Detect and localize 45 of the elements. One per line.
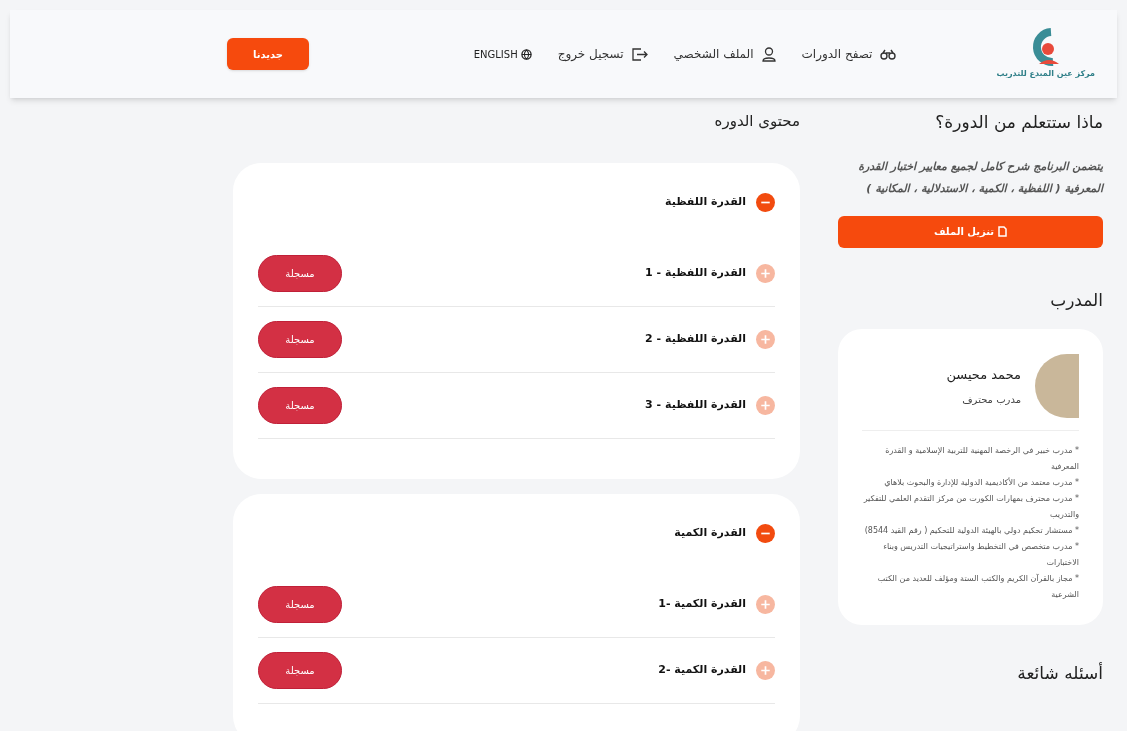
- section-title[interactable]: القدرة الكمية: [674, 525, 746, 542]
- section-title[interactable]: القدرة اللفظية: [665, 194, 746, 211]
- lesson-title[interactable]: القدرة الكمية -1: [658, 595, 746, 613]
- logo-text: مركز عين المبدع للتدريب: [996, 68, 1095, 80]
- minus-icon[interactable]: [756, 193, 775, 212]
- section-heading: محتوى الدوره: [713, 111, 800, 132]
- registered-button[interactable]: مسجلة: [258, 386, 342, 424]
- bio-line: * مجاز بالقرآن الكريم والكتب الستة ومؤلف للعديد من الكتب الشرعية: [876, 573, 1079, 601]
- section-heading: ماذا ستتعلم من الدورة؟: [934, 111, 1103, 134]
- bio-line: * مستشار تحكيم دولي بالهيئة الدولية للتحكيم ( رقم القيد 8544): [863, 525, 1079, 537]
- trainer-name: محمد محيسن: [946, 365, 1021, 385]
- registered-button[interactable]: مسجلة: [258, 320, 342, 358]
- minus-icon[interactable]: [756, 524, 775, 543]
- download-button[interactable]: تنزيل الملف: [838, 215, 1103, 248]
- lesson-title[interactable]: القدرة اللفظية - 3: [645, 396, 746, 414]
- avatar-placeholder: [1035, 354, 1079, 418]
- plus-icon[interactable]: [756, 263, 775, 283]
- plus-icon[interactable]: [756, 660, 775, 680]
- registered-button[interactable]: مسجلة: [258, 254, 342, 292]
- bio-line: * مدرب خبير في الرخصة المهنية للتربية الإسلامية و القدرة المعرفية: [884, 445, 1079, 473]
- registered-button[interactable]: مسجلة: [258, 651, 342, 689]
- nav-link[interactable]: الملف الشخصي: [673, 45, 776, 63]
- new-button[interactable]: جديدنا: [227, 38, 309, 70]
- lesson-title[interactable]: القدرة اللفظية - 1: [645, 264, 746, 282]
- bio-line: * مدرب متخصص في التخطيط واستراتيجيات التدريس وبناء الاختبارات: [882, 541, 1079, 569]
- plus-icon[interactable]: [756, 329, 775, 349]
- bio-line: * مدرب محترف بمهارات الكورت من مركز التقدم العلمي للتفكير والتدريب: [862, 493, 1079, 521]
- trainer-role: مدرب محترف: [961, 393, 1021, 408]
- bio-line: * مدرب معتمد من الأكاديمية الدولية للإدارة والبحوث بلاهاي: [883, 476, 1079, 489]
- registered-button[interactable]: مسجلة: [258, 585, 342, 623]
- logout-icon: [631, 47, 648, 61]
- nav-link[interactable]: تصفح الدورات: [801, 45, 897, 63]
- plus-icon[interactable]: [756, 594, 775, 614]
- binoculars-icon: [880, 48, 897, 60]
- nav-link[interactable]: تسجيل خروج: [557, 45, 648, 63]
- lesson-title[interactable]: القدرة الكمية -2: [658, 661, 746, 679]
- nav-link[interactable]: ENGLISH: [473, 46, 532, 62]
- section-heading: المدرب: [1049, 288, 1103, 312]
- plus-icon[interactable]: [756, 395, 775, 415]
- file-icon: [998, 226, 1008, 237]
- globe-icon: [520, 48, 532, 60]
- course-description: يتضمن البرنامج شرح كامل لجميع معايير اختبار القدرة المعرفية ( اللفظية ، الكمية ، الاستدلالية ، المكانية ): [857, 158, 1103, 197]
- lesson-title[interactable]: القدرة اللفظية - 2: [645, 330, 746, 348]
- user-icon: [761, 46, 776, 62]
- section-heading: أسئله شائعة: [1016, 661, 1103, 685]
